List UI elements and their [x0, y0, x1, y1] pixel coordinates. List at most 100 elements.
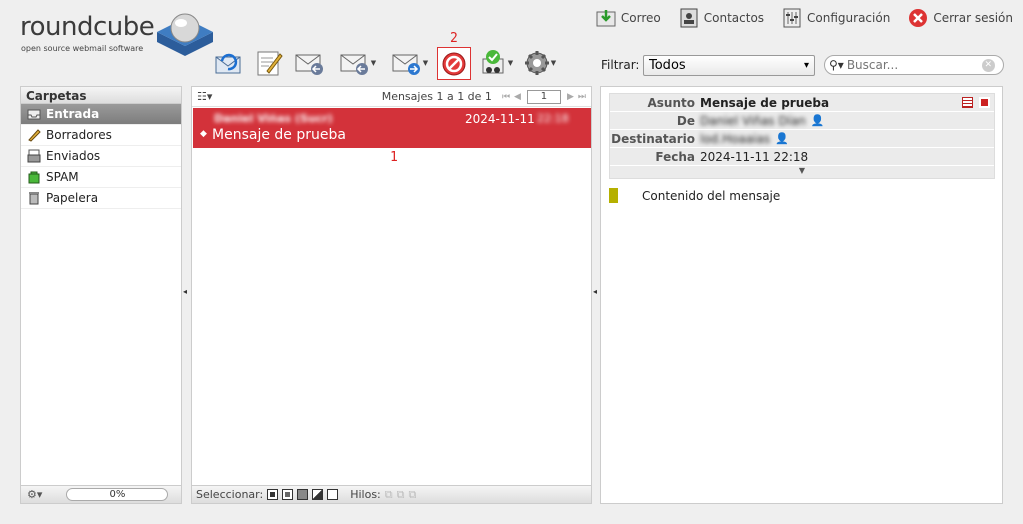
header-value-from[interactable]: Daniel Viñas Dían — [700, 114, 806, 128]
message-list-footer: Seleccionar: Hilos: ⧉ ⧉ ⧉ — [192, 485, 591, 503]
trash-icon — [29, 192, 39, 205]
list-options-icon[interactable]: ☷▾ — [197, 90, 212, 103]
search-clear-icon[interactable]: ✕ — [981, 58, 995, 72]
right-splitter-arrow-icon[interactable]: ◂ — [593, 287, 598, 296]
folder-spam-label: SPAM — [46, 170, 79, 184]
folder-spam[interactable]: SPAM — [21, 167, 181, 188]
select-page-icon[interactable] — [282, 489, 294, 500]
last-page-icon[interactable]: ⏭ — [578, 92, 586, 102]
nav-contactos-label: Contactos — [703, 11, 765, 25]
more-actions-button[interactable]: ▼ — [521, 47, 559, 79]
search-input[interactable] — [846, 58, 982, 72]
search-icon: ⚲▾ — [829, 58, 844, 72]
message-row[interactable]: Daniel Viñas (Sucr) 2024-11-11 22:18 ◆ M… — [193, 108, 591, 148]
expand-headers-icon[interactable]: ▼ — [610, 166, 994, 178]
prev-page-icon[interactable]: ◀ — [514, 92, 521, 102]
annotation-number-message: 1 — [390, 150, 398, 165]
threads-label: Hilos: — [350, 488, 381, 501]
header-value-date: 2024-11-11 22:18 — [700, 149, 809, 164]
annotation-number-spam: 2 — [450, 31, 458, 46]
logout-icon — [909, 9, 928, 27]
message-list-header: ☷▾ Mensajes 1 a 1 de 1 ⏮ ◀ 1 ▶ ⏭ — [192, 87, 591, 107]
message-subject: Mensaje de prueba — [212, 127, 346, 143]
quota-indicator: 0% — [66, 488, 169, 501]
message-count: Mensajes 1 a 1 de 1 — [381, 90, 492, 103]
select-label: Seleccionar: — [196, 488, 264, 501]
header-row-to: Destinatario lod.Hoaaias 👤 — [610, 130, 994, 148]
source-view-icon[interactable] — [962, 97, 973, 108]
folder-entrada[interactable]: Entrada — [21, 104, 181, 125]
message-status-dot-icon: ◆ — [200, 129, 207, 139]
logo-wordmark: roundcube — [20, 12, 155, 42]
next-page-icon[interactable]: ▶ — [567, 92, 574, 102]
reply-all-button[interactable]: ▼ — [335, 47, 381, 79]
header-row-date: Fecha 2024-11-11 22:18 — [610, 148, 994, 166]
add-contact-person-icon[interactable]: 👤 — [811, 114, 825, 127]
mark-read-icon — [482, 50, 504, 74]
chevron-down-icon: ▾ — [803, 60, 809, 71]
mark-dropdown-arrow-icon[interactable]: ▼ — [508, 59, 513, 67]
reply-button[interactable] — [294, 47, 326, 79]
threads-collapse-icon[interactable]: ⧉ — [397, 488, 405, 502]
folder-papelera[interactable]: Papelera — [21, 188, 181, 209]
message-date: 2024-11-11 — [465, 112, 535, 126]
folder-papelera-label: Papelera — [46, 191, 99, 205]
filter-select[interactable]: Todos ▾ — [643, 55, 815, 76]
forward-button[interactable]: ▼ — [387, 47, 433, 79]
filter-label: Filtrar: — [601, 58, 640, 72]
reply-all-icon — [340, 54, 368, 75]
address-book-icon — [680, 8, 698, 28]
refresh-mail-icon — [215, 53, 241, 74]
folder-borradores-label: Borradores — [46, 128, 112, 142]
header-key-date: Fecha — [655, 149, 695, 164]
logo-tagline: open source webmail software — [21, 44, 144, 53]
reply-icon — [295, 54, 323, 75]
message-time: 22:18 — [537, 112, 569, 125]
nav-cerrar-sesion[interactable]: Cerrar sesión — [908, 8, 1013, 28]
forward-icon — [392, 54, 420, 75]
select-all-icon[interactable] — [267, 489, 279, 500]
left-splitter-arrow-icon[interactable]: ◂ — [183, 287, 188, 296]
preview-panel: Asunto Mensaje de prueba De Daniel Viñas… — [600, 86, 1003, 504]
cube-logo-icon — [157, 13, 213, 56]
nav-configuracion-label: Configuración — [807, 11, 891, 25]
folders-panel: Carpetas Entrada Borradores Enviados SPA… — [20, 86, 182, 504]
nav-correo-label: Correo — [620, 11, 661, 25]
select-none-icon[interactable] — [327, 489, 339, 500]
message-sender: Daniel Viñas (Sucr) — [214, 112, 333, 125]
filter-select-value: Todos — [649, 58, 686, 73]
header-value-to[interactable]: lod.Hoaaias — [700, 132, 770, 146]
mark-button[interactable]: ▼ — [480, 47, 514, 79]
threads-unread-icon[interactable]: ⧉ — [408, 488, 416, 502]
nav-cerrar-sesion-label: Cerrar sesión — [933, 11, 1013, 25]
select-unread-icon[interactable] — [297, 489, 309, 500]
header-row-subject: Asunto Mensaje de prueba — [610, 94, 994, 112]
gear-icon — [524, 51, 549, 75]
forward-dropdown-arrow-icon[interactable]: ▼ — [423, 59, 428, 67]
search-box[interactable]: ⚲▾ ✕ — [824, 55, 1004, 75]
folder-enviados[interactable]: Enviados — [21, 146, 181, 167]
threads-expand-icon[interactable]: ⧉ — [385, 488, 393, 502]
select-invert-icon[interactable] — [312, 489, 324, 500]
reply-all-dropdown-arrow-icon[interactable]: ▼ — [371, 59, 376, 67]
top-navigation: Correo Contactos Configuración Cerrar se… — [596, 6, 1013, 30]
header-key-from: De — [676, 113, 695, 128]
check-mail-button[interactable] — [212, 47, 244, 79]
folder-borradores[interactable]: Borradores — [21, 125, 181, 146]
folder-actions-gear-icon[interactable]: ⚙▾ — [27, 488, 42, 501]
nav-contactos[interactable]: Contactos — [679, 8, 764, 28]
message-body: Contenido del mensaje — [642, 189, 781, 203]
more-actions-dropdown-arrow-icon[interactable]: ▼ — [551, 59, 556, 67]
nav-configuracion[interactable]: Configuración — [782, 8, 890, 28]
header-key-subject: Asunto — [647, 95, 696, 110]
message-headers: Asunto Mensaje de prueba De Daniel Viñas… — [609, 93, 995, 179]
nav-correo[interactable]: Correo — [596, 8, 661, 28]
open-new-window-icon[interactable] — [979, 97, 990, 108]
page-number-input[interactable]: 1 — [526, 89, 561, 104]
add-recipient-person-icon[interactable]: 👤 — [775, 132, 789, 145]
compose-icon — [257, 51, 283, 76]
mail-download-icon — [596, 10, 616, 27]
compose-button[interactable] — [253, 47, 285, 79]
mark-spam-button[interactable] — [437, 47, 471, 80]
first-page-icon[interactable]: ⏮ — [502, 92, 510, 102]
